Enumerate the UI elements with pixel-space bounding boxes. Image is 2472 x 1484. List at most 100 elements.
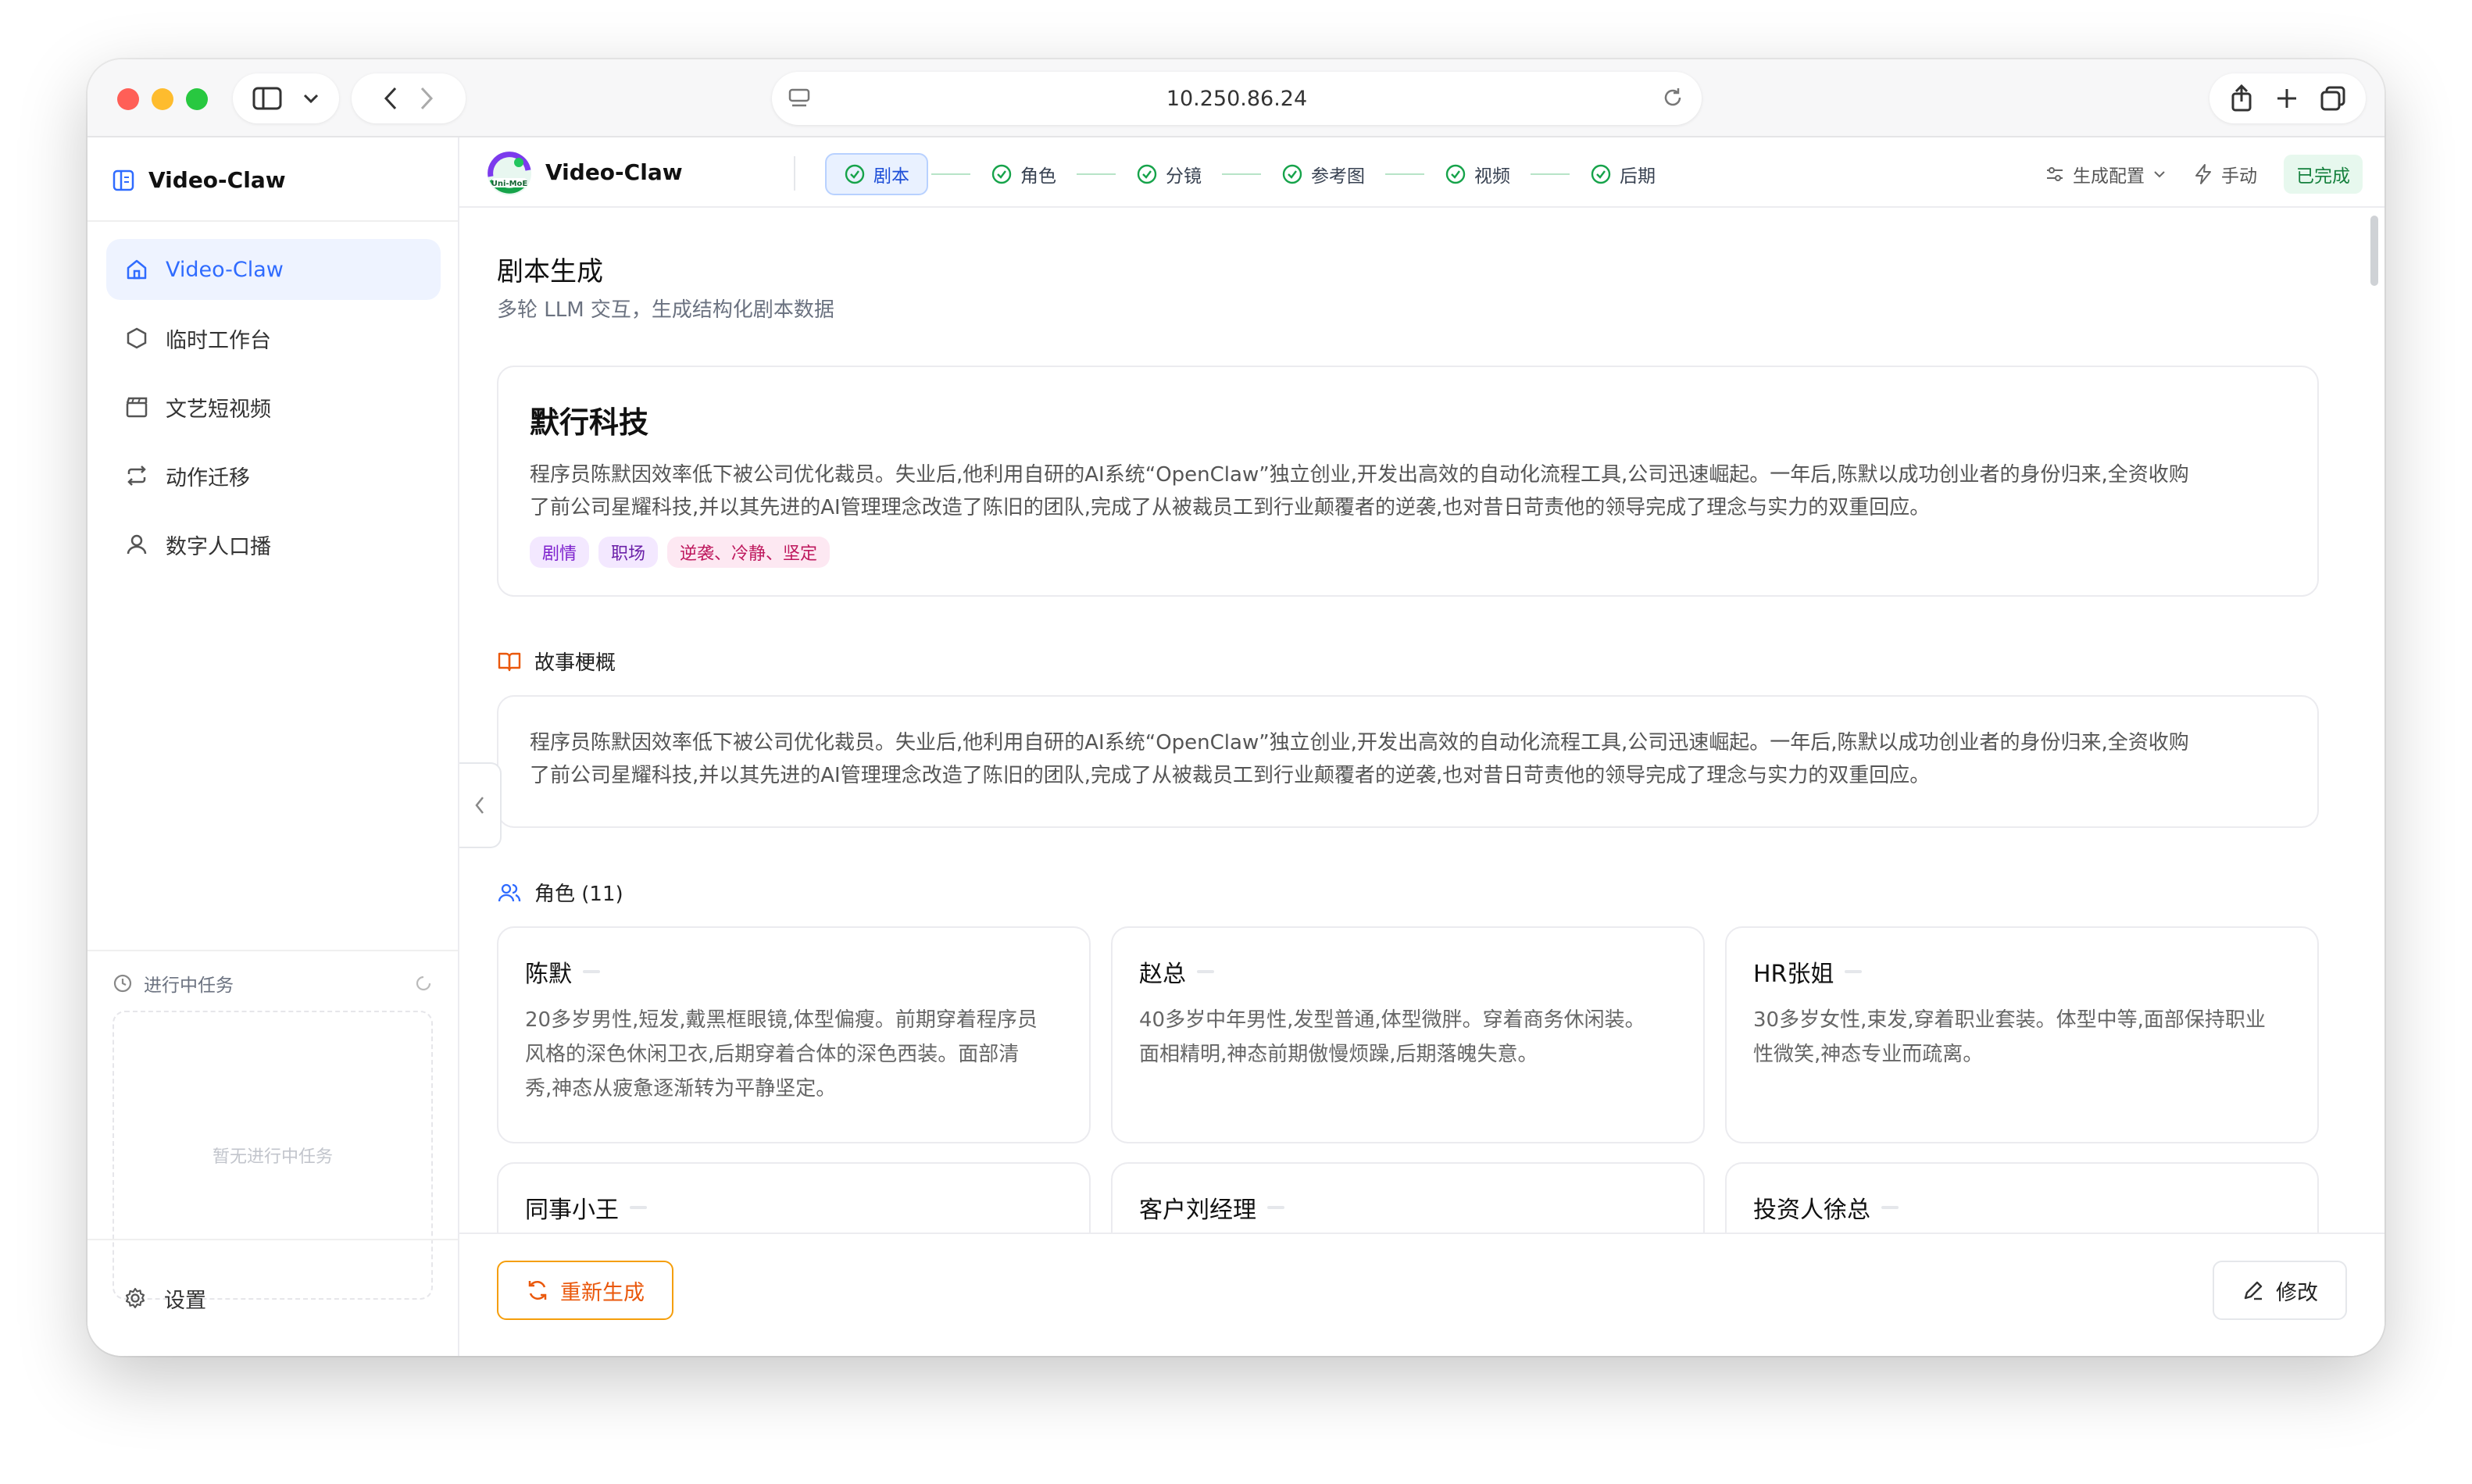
sidebar-item-motion-transfer[interactable]: 动作迁移 — [106, 445, 441, 506]
scrollbar[interactable] — [2370, 216, 2378, 286]
role-status-dash — [1881, 1206, 1899, 1209]
step-storyboard[interactable]: 分镜 — [1119, 153, 1219, 195]
lightning-icon — [2195, 164, 2211, 184]
step-connector — [1222, 173, 1261, 175]
role-desc-line: 风格的深色休闲卫衣,后期穿着合体的深色西装。面部清 — [525, 1043, 1020, 1066]
tab-overview-icon[interactable] — [2320, 85, 2346, 112]
step-post[interactable]: 后期 — [1573, 153, 1673, 195]
script-description-line: 程序员陈默因效率低下被公司优化裁员。失业后,他利用自研的AI系统“OpenCla… — [530, 463, 2189, 487]
sidebar-brand: Video-Claw — [113, 167, 286, 193]
page-title: 剧本生成 — [497, 256, 603, 287]
role-status-dash — [1197, 970, 1214, 973]
page-settings-icon[interactable] — [788, 87, 811, 109]
back-arrow-icon[interactable] — [383, 86, 398, 111]
page-subtitle: 多轮 LLM 交互，生成结构化剧本数据 — [497, 298, 834, 322]
chevron-down-icon — [303, 94, 319, 104]
collapse-sidebar-button[interactable] — [459, 762, 502, 848]
check-circle-icon — [845, 164, 865, 184]
minimize-window-button[interactable] — [152, 88, 173, 110]
script-summary-card: 默行科技 程序员陈默因效率低下被公司优化裁员。失业后,他利用自研的AI系统“Op… — [497, 366, 2319, 597]
step-video[interactable]: 视频 — [1427, 153, 1527, 195]
role-name: 客户刘经理 — [1139, 1190, 1677, 1225]
role-card[interactable]: HR张姐 30多岁女性,束发,穿着职业套装。体型中等,面部保持职业 性微笑,神态… — [1725, 926, 2319, 1143]
role-status-dash — [583, 970, 600, 973]
book-icon — [498, 652, 521, 671]
main-area: Uni-MoE Video-Claw 剧本 角色 分镜 参考图 视频 后期 生成… — [459, 137, 2384, 1356]
role-card[interactable]: 赵总 40多岁中年男性,发型普通,体型微胖。穿着商务休闲装。 面相精明,神态前期… — [1111, 926, 1705, 1143]
settings-button[interactable]: 设置 — [88, 1239, 458, 1356]
sidebar-item-label: Video-Claw — [166, 257, 284, 282]
role-description: 30多岁女性,束发,穿着职业套装。体型中等,面部保持职业 性微笑,神态专业而疏离… — [1753, 1003, 2291, 1072]
edit-button[interactable]: 修改 — [2213, 1261, 2347, 1320]
role-name-text: 投资人徐总 — [1753, 1197, 1870, 1224]
close-window-button[interactable] — [117, 88, 139, 110]
step-label: 后期 — [1620, 166, 1656, 187]
pencil-icon — [2244, 1281, 2263, 1300]
app-logo: Uni-MoE — [488, 152, 531, 195]
story-line: 程序员陈默因效率低下被公司优化裁员。失业后,他利用自研的AI系统“OpenCla… — [530, 731, 2189, 754]
role-card[interactable]: 陈默 20多岁男性,短发,戴黑框眼镜,体型偏瘦。前期穿着程序员 风格的深色休闲卫… — [497, 926, 1091, 1143]
chevron-left-icon — [475, 797, 484, 814]
address-bar[interactable]: 10.250.86.24 — [772, 72, 1702, 125]
app-sidebar: Video-Claw Video-Claw 临时工作台 文艺短视频 动作迁移 数… — [88, 137, 459, 1356]
role-desc-line: 40多岁中年男性,发型普通,体型微胖。穿着商务休闲装。 — [1139, 1008, 1645, 1032]
generation-config-dropdown[interactable]: 生成配置 — [2045, 161, 2167, 187]
regenerate-button[interactable]: 重新生成 — [497, 1261, 673, 1320]
tag-style: 逆袭、冷静、坚定 — [667, 537, 831, 568]
sidebar-item-video-claw[interactable]: Video-Claw — [106, 239, 441, 300]
workflow-steps: 剧本 角色 分镜 参考图 视频 后期 — [825, 153, 1673, 195]
role-name-text: 同事小王 — [525, 1197, 619, 1224]
role-card[interactable]: 客户刘经理 — [1111, 1162, 1705, 1233]
hexagon-icon — [127, 327, 147, 349]
gear-icon — [125, 1287, 145, 1309]
script-tags: 剧情 职场 逆袭、冷静、坚定 — [530, 537, 2286, 568]
refresh-icon — [528, 1280, 547, 1300]
role-card[interactable]: 投资人徐总 — [1725, 1162, 2319, 1233]
app-name: Video-Claw — [545, 159, 683, 185]
edit-label: 修改 — [2276, 1280, 2318, 1305]
browser-actions — [2209, 73, 2366, 123]
story-card: 程序员陈默因效率低下被公司优化裁员。失业后,他利用自研的AI系统“OpenCla… — [497, 695, 2319, 828]
sidebar-icon — [252, 87, 282, 110]
check-circle-icon — [991, 164, 1012, 184]
step-label: 分镜 — [1166, 166, 1202, 187]
role-name: 陈默 — [525, 954, 1063, 989]
sidebar-item-digital-human[interactable]: 数字人口播 — [106, 514, 441, 575]
mode-toggle[interactable]: 手动 — [2193, 161, 2257, 187]
panel-icon[interactable] — [113, 169, 134, 191]
sidebar-toggle-button[interactable] — [233, 73, 339, 123]
role-card[interactable]: 同事小王 — [497, 1162, 1091, 1233]
share-icon[interactable] — [2229, 84, 2254, 112]
role-name: 赵总 — [1139, 954, 1677, 989]
action-bar: 重新生成 修改 — [459, 1233, 2384, 1356]
generation-config-label: 生成配置 — [2073, 166, 2145, 187]
step-connector — [931, 173, 970, 175]
top-navigation: Uni-MoE Video-Claw 剧本 角色 分镜 参考图 视频 后期 生成… — [459, 137, 2384, 208]
step-connector — [1531, 173, 1570, 175]
role-name-text: 客户刘经理 — [1139, 1197, 1256, 1224]
loading-spinner-icon — [416, 976, 431, 991]
script-description: 程序员陈默因效率低下被公司优化裁员。失业后,他利用自研的AI系统“OpenCla… — [530, 458, 2286, 524]
step-connector — [1077, 173, 1116, 175]
step-label: 视频 — [1474, 166, 1510, 187]
role-desc-line: 面相精明,神态前期傲慢烦躁,后期落魄失意。 — [1139, 1043, 1538, 1066]
content-scroll-area[interactable]: 剧本生成 多轮 LLM 交互，生成结构化剧本数据 默行科技 程序员陈默因效率低下… — [459, 209, 2366, 1233]
forward-arrow-icon[interactable] — [419, 86, 434, 111]
reload-icon[interactable] — [1661, 86, 1684, 109]
story-heading: 故事梗概 — [534, 651, 616, 675]
svg-text:Uni-MoE: Uni-MoE — [491, 180, 528, 188]
nav-right-controls: 生成配置 手动 已完成 — [2045, 155, 2363, 194]
maximize-window-button[interactable] — [186, 88, 208, 110]
divider — [794, 156, 795, 191]
new-tab-icon[interactable] — [2275, 87, 2299, 110]
role-name-text: 赵总 — [1139, 961, 1186, 988]
sidebar-item-temp-workspace[interactable]: 临时工作台 — [106, 308, 441, 369]
step-script[interactable]: 剧本 — [825, 153, 928, 195]
role-description: 40多岁中年男性,发型普通,体型微胖。穿着商务休闲装。 面相精明,神态前期傲慢烦… — [1139, 1003, 1677, 1072]
sidebar-brand-name: Video-Claw — [148, 167, 286, 193]
step-roles[interactable]: 角色 — [973, 153, 1073, 195]
step-reference[interactable]: 参考图 — [1264, 153, 1382, 195]
role-name-text: 陈默 — [525, 961, 572, 988]
role-desc-line: 30多岁女性,束发,穿着职业套装。体型中等,面部保持职业 — [1753, 1008, 2266, 1032]
sidebar-item-art-video[interactable]: 文艺短视频 — [106, 376, 441, 437]
